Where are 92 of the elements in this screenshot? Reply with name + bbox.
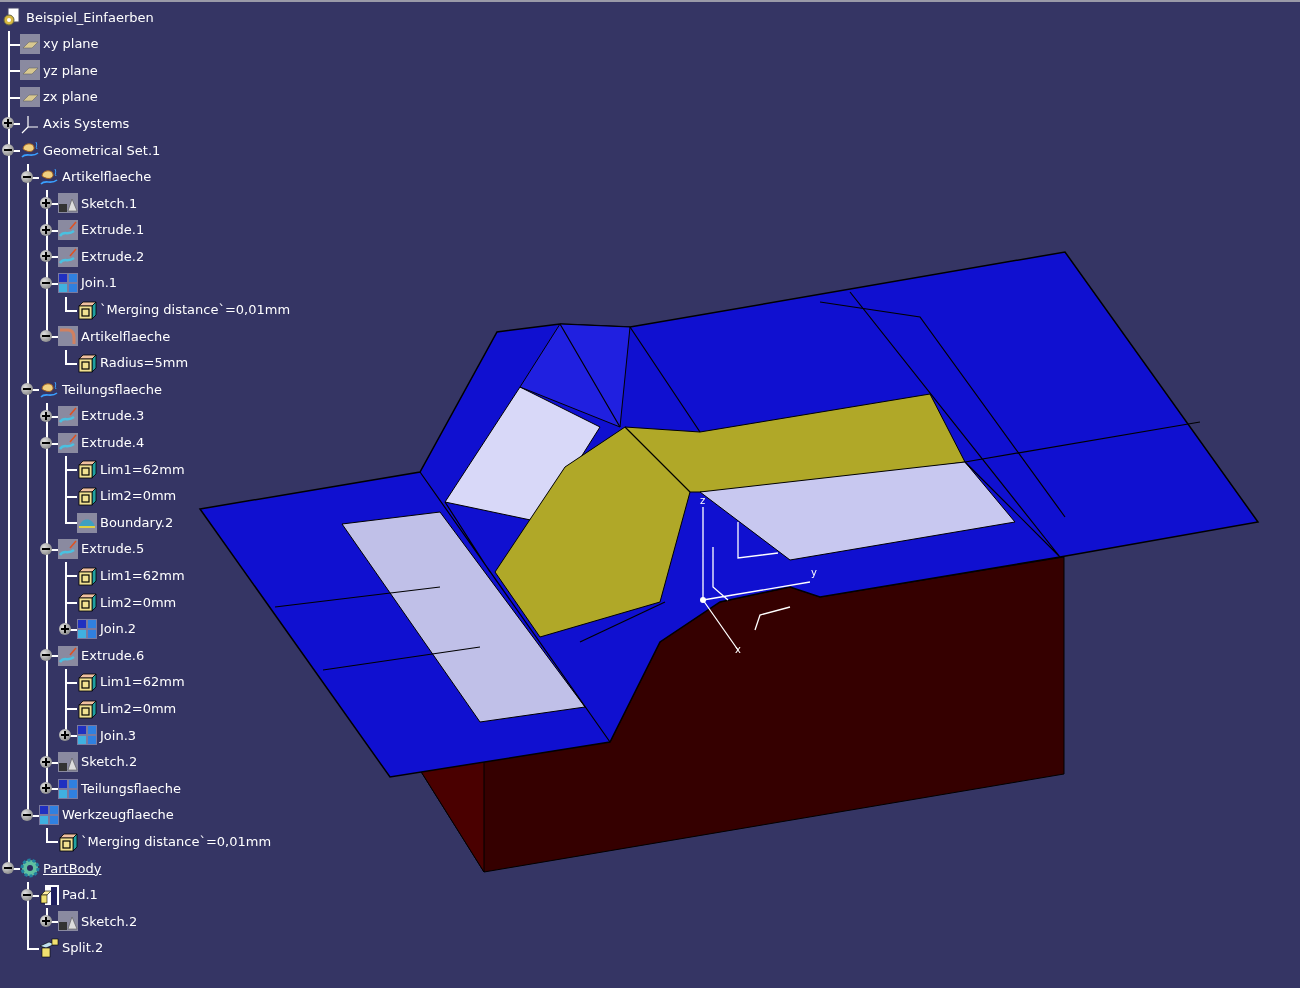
tree-item-label[interactable]: Lim2=0mm [100, 592, 177, 613]
split-icon [39, 938, 59, 959]
sketch-icon [58, 911, 78, 932]
tree-item-label[interactable]: Axis Systems [43, 113, 130, 134]
tree-item-label[interactable]: `Merging distance`=0,01mm [81, 831, 272, 852]
tree-item-label[interactable]: Extrude.3 [81, 406, 145, 426]
join-icon [39, 805, 59, 826]
tree-item-label[interactable]: Werkzeugflaeche [62, 805, 174, 825]
expand-icon[interactable] [40, 915, 52, 928]
collapse-icon[interactable] [2, 143, 14, 156]
tree-item-label[interactable]: Sketch.1 [81, 193, 138, 214]
tree-item-label[interactable]: Extrude.1 [81, 220, 145, 240]
parameter-icon [77, 592, 97, 613]
tree-item-label[interactable]: Teilungsflaeche [81, 778, 181, 799]
tree-item-label[interactable]: Extrude.2 [81, 246, 145, 267]
collapse-icon[interactable] [2, 862, 14, 874]
tree-item-label[interactable]: Teilungsflaeche [62, 379, 162, 400]
extrude-icon [58, 220, 78, 241]
boundary-icon [77, 512, 97, 533]
collapse-icon[interactable] [40, 649, 52, 662]
gear-icon [20, 858, 40, 879]
parameter-icon [77, 299, 97, 320]
tree-item-label[interactable]: Lim1=62mm [100, 459, 185, 480]
collapse-icon[interactable] [21, 888, 33, 901]
collapse-icon[interactable] [40, 436, 52, 449]
tree-item-label[interactable]: xy plane [43, 34, 99, 54]
parameter-icon [77, 565, 97, 586]
collapse-icon[interactable] [21, 170, 33, 183]
join-icon [77, 618, 97, 639]
join-icon [58, 273, 78, 294]
tree-item-label[interactable]: Lim1=62mm [100, 672, 185, 692]
tree-item-label[interactable]: `Merging distance`=0,01mm [100, 300, 291, 320]
tree-item-label[interactable]: yz plane [43, 60, 98, 81]
tree-item-label[interactable]: PartBody [43, 858, 102, 879]
extrude-icon [58, 246, 78, 267]
tree-item-label[interactable]: Extrude.4 [81, 433, 145, 453]
extrude-icon [58, 645, 78, 666]
tree-item-label[interactable]: zx plane [43, 87, 98, 107]
expand-icon[interactable] [59, 622, 71, 635]
tree-item-label[interactable]: Join.1 [81, 273, 118, 293]
tree-item-label[interactable]: Extrude.6 [81, 645, 145, 666]
plane-icon [20, 33, 40, 54]
sketch-icon [58, 751, 78, 772]
expand-icon[interactable] [40, 782, 52, 795]
expand-icon[interactable] [40, 223, 52, 236]
geometrical-set-icon [39, 166, 59, 187]
collapse-icon[interactable] [40, 542, 52, 555]
extrude-icon [58, 432, 78, 453]
fillet-icon [58, 326, 78, 347]
tree-item-label[interactable]: Artikelflaeche [81, 326, 171, 347]
tree-item-label[interactable]: Join.2 [100, 619, 137, 639]
collapse-icon[interactable] [40, 276, 52, 289]
parameter-icon [77, 486, 97, 506]
extrude-icon [58, 406, 78, 427]
tree-item-label[interactable]: Lim1=62mm [100, 566, 185, 586]
tree-item-label[interactable]: Radius=5mm [100, 353, 189, 373]
tree-root-label[interactable]: Beispiel_Einfaerben [26, 7, 154, 28]
expand-icon[interactable] [40, 197, 52, 210]
plane-icon [20, 87, 40, 108]
extrude-icon [58, 539, 78, 560]
parameter-icon [58, 831, 78, 852]
collapse-icon[interactable] [21, 383, 33, 396]
tree-item-label[interactable]: Pad.1 [62, 885, 98, 905]
part-document-icon [2, 7, 22, 28]
expand-icon[interactable] [40, 250, 52, 263]
expand-icon[interactable] [40, 409, 52, 422]
tree-item-label[interactable]: Sketch.2 [81, 752, 138, 772]
geometrical-set-icon [39, 379, 59, 400]
axis-indicator-drawing: z y x [695, 494, 820, 654]
tree-item-label[interactable]: Lim2=0mm [100, 699, 177, 719]
plane-icon [20, 60, 40, 81]
tree-item-label[interactable]: Boundary.2 [100, 512, 174, 533]
parameter-icon [77, 353, 97, 373]
collapse-icon[interactable] [40, 330, 52, 343]
join-icon [77, 725, 97, 746]
parameter-icon [77, 698, 97, 719]
parameter-icon [77, 672, 97, 693]
collapse-icon[interactable] [21, 808, 33, 821]
tree-item-label[interactable]: Lim2=0mm [100, 486, 177, 506]
join-icon [58, 778, 78, 799]
tree-item-label[interactable]: Join.3 [100, 725, 137, 746]
tree-item-label[interactable]: Extrude.5 [81, 539, 145, 559]
parameter-icon [77, 459, 97, 480]
tree-item-label[interactable]: Sketch.2 [81, 911, 138, 932]
sketch-icon [58, 193, 78, 214]
tree-item-label[interactable]: Geometrical Set.1 [43, 140, 161, 160]
expand-icon[interactable] [40, 755, 52, 768]
axis-system-icon [20, 113, 40, 134]
expand-icon[interactable] [59, 729, 71, 742]
tree-item-label[interactable]: Split.2 [62, 938, 104, 958]
expand-icon[interactable] [2, 117, 14, 130]
tree-item-label[interactable]: Artikelflaeche [62, 167, 152, 187]
